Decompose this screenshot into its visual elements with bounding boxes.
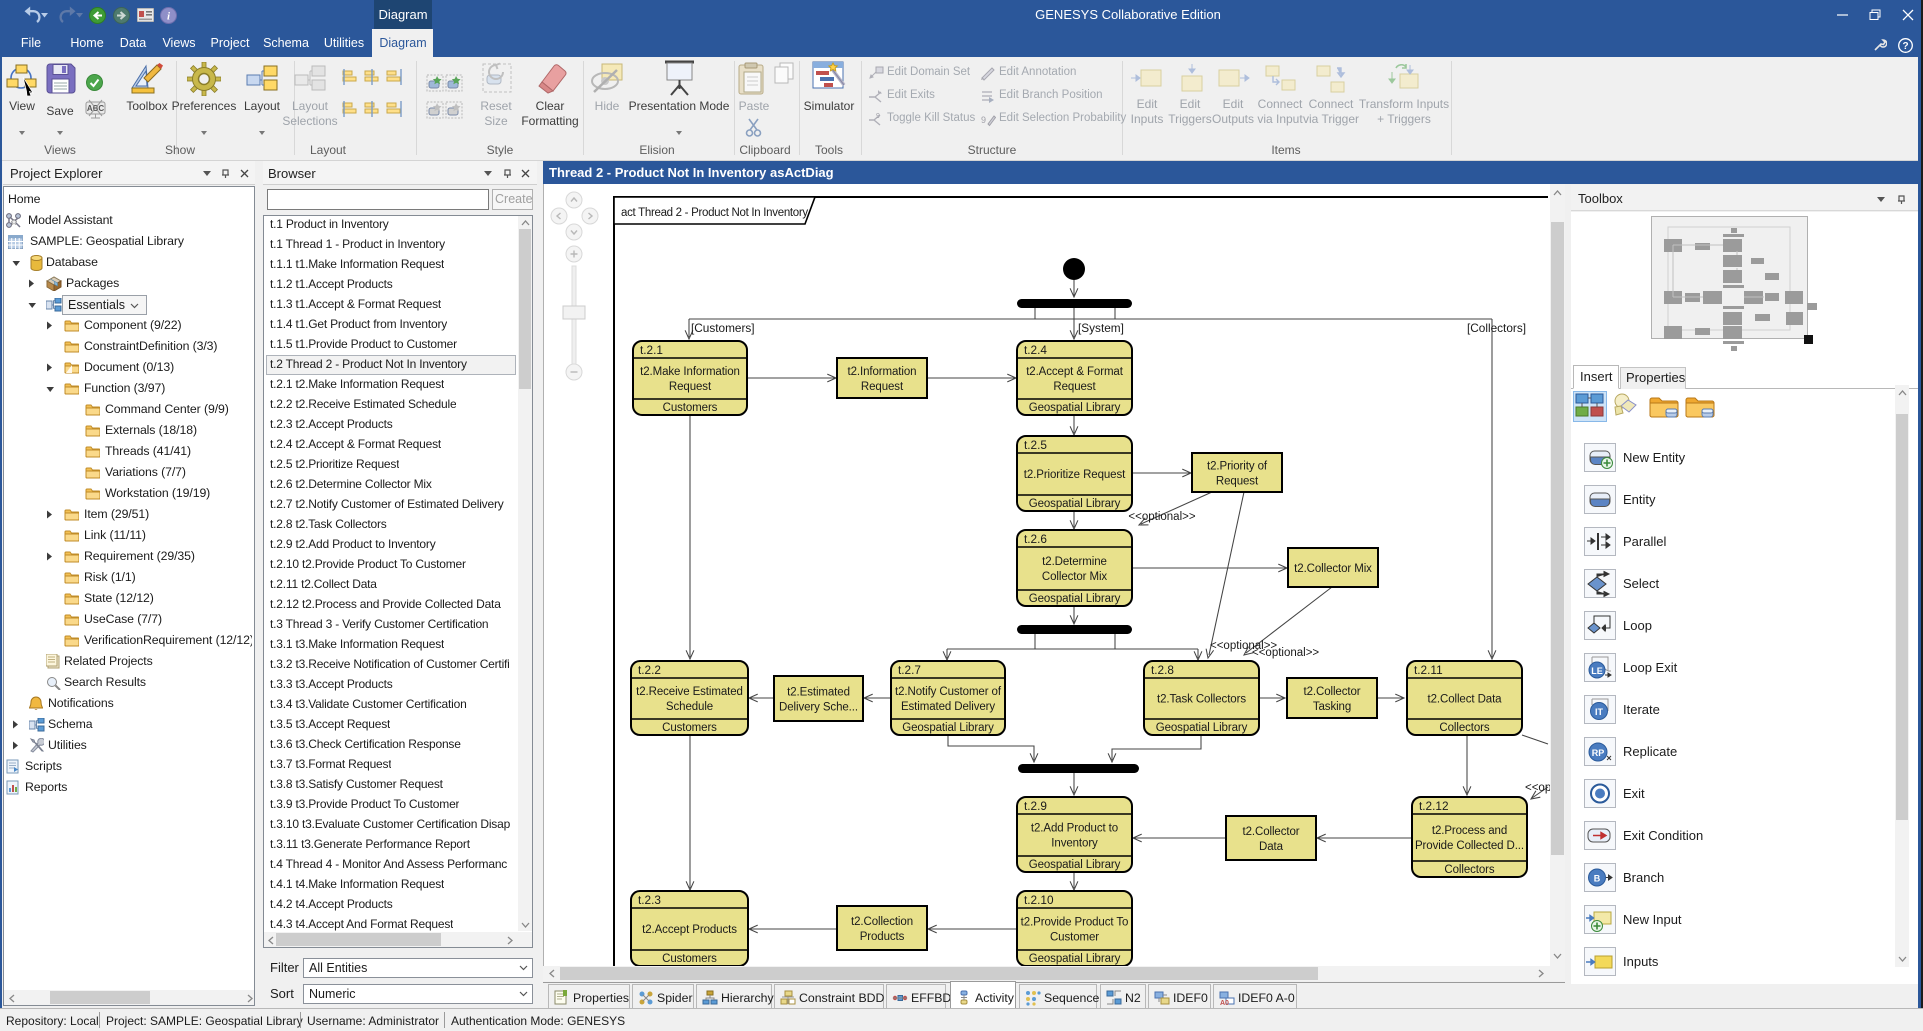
svg-text:t2.Task Collectors: t2.Task Collectors bbox=[1157, 694, 1246, 706]
svg-text:t.2.2: t.2.2 bbox=[638, 663, 661, 677]
svg-text:IT: IT bbox=[1595, 707, 1604, 717]
svg-text:t.2.10: t.2.10 bbox=[1024, 893, 1054, 907]
svg-text:[System]: [System] bbox=[1078, 321, 1124, 335]
svg-text:t2.Provide Product To: t2.Provide Product To bbox=[1021, 917, 1129, 929]
svg-text:t2.Collection: t2.Collection bbox=[851, 916, 913, 928]
svg-text:t.2.4: t.2.4 bbox=[1024, 343, 1047, 357]
svg-text:t.2.3: t.2.3 bbox=[638, 893, 661, 907]
svg-text:Geospatial Library: Geospatial Library bbox=[1029, 953, 1121, 965]
svg-text:t2.Notify Customer of: t2.Notify Customer of bbox=[895, 686, 1002, 698]
svg-text:t.2.1: t.2.1 bbox=[640, 343, 663, 357]
svg-text:t.2.6: t.2.6 bbox=[1024, 532, 1047, 546]
svg-text:t.2.12: t.2.12 bbox=[1419, 799, 1449, 813]
svg-text:Tasking: Tasking bbox=[1313, 701, 1351, 713]
svg-text:Geospatial Library: Geospatial Library bbox=[1029, 593, 1121, 605]
svg-text:?: ? bbox=[1902, 41, 1908, 52]
svg-text:RP: RP bbox=[1592, 748, 1605, 758]
svg-text:A0: A0 bbox=[1220, 1000, 1229, 1006]
svg-text:Geospatial Library: Geospatial Library bbox=[1029, 498, 1121, 510]
svg-text:<<optional>>: <<optional>> bbox=[1525, 782, 1550, 794]
svg-text:Provide Collected D...: Provide Collected D... bbox=[1415, 840, 1524, 852]
svg-text:t2.Collect Data: t2.Collect Data bbox=[1428, 694, 1503, 706]
svg-text:act Thread 2 - Product Not In: act Thread 2 - Product Not In Inventory bbox=[621, 207, 808, 219]
svg-text:t2.Collector: t2.Collector bbox=[1304, 686, 1361, 698]
svg-text:t2.Information: t2.Information bbox=[848, 366, 917, 378]
svg-text:t2.Priority of: t2.Priority of bbox=[1207, 461, 1268, 473]
svg-text:Request: Request bbox=[1216, 476, 1259, 488]
svg-text:t.2.7: t.2.7 bbox=[898, 663, 921, 677]
svg-text:t2.Receive Estimated: t2.Receive Estimated bbox=[636, 686, 743, 698]
svg-text:Estimated Delivery: Estimated Delivery bbox=[901, 701, 995, 713]
svg-text:Geospatial Library: Geospatial Library bbox=[902, 722, 994, 734]
svg-text:Customers: Customers bbox=[663, 402, 718, 414]
svg-text:Request: Request bbox=[1053, 381, 1096, 393]
svg-text:t.2.9: t.2.9 bbox=[1024, 799, 1047, 813]
svg-text:t2.Determine: t2.Determine bbox=[1042, 556, 1107, 568]
svg-text:Customer: Customer bbox=[1050, 932, 1099, 944]
svg-text:t2.Process and: t2.Process and bbox=[1432, 825, 1507, 837]
svg-text:[Collectors]: [Collectors] bbox=[1467, 321, 1526, 335]
svg-text:Request: Request bbox=[861, 381, 904, 393]
svg-text:Collectors: Collectors bbox=[1444, 864, 1494, 876]
svg-text:9: 9 bbox=[876, 113, 880, 120]
svg-text:Collectors: Collectors bbox=[1439, 722, 1489, 734]
svg-text:Delivery Sche...: Delivery Sche... bbox=[779, 702, 858, 714]
svg-text:Customers: Customers bbox=[662, 722, 717, 734]
svg-text:t2.Collector Mix: t2.Collector Mix bbox=[1294, 563, 1372, 575]
svg-text:t2.Add Product to: t2.Add Product to bbox=[1031, 823, 1118, 835]
svg-text:Geospatial Library: Geospatial Library bbox=[1029, 402, 1121, 414]
svg-text:t.2.11: t.2.11 bbox=[1414, 663, 1443, 677]
svg-text:t2.Collector: t2.Collector bbox=[1243, 826, 1300, 838]
svg-text:Data: Data bbox=[1259, 841, 1284, 853]
svg-text:Inventory: Inventory bbox=[1051, 838, 1098, 850]
svg-text:t2.Make Information: t2.Make Information bbox=[640, 366, 740, 378]
svg-text:t2.Prioritize Request: t2.Prioritize Request bbox=[1024, 469, 1126, 481]
svg-text:[Customers]: [Customers] bbox=[691, 321, 755, 335]
svg-text:Geospatial Library: Geospatial Library bbox=[1156, 722, 1248, 734]
svg-text:<<optional>>: <<optional>> bbox=[1128, 511, 1195, 523]
svg-text:t2.Accept & Format: t2.Accept & Format bbox=[1026, 366, 1124, 378]
svg-text:Geospatial Library: Geospatial Library bbox=[1029, 859, 1121, 871]
svg-text:Schedule: Schedule bbox=[666, 701, 713, 713]
svg-text:<<optional>>: <<optional>> bbox=[1252, 647, 1319, 659]
svg-text:t.2.8: t.2.8 bbox=[1151, 663, 1174, 677]
svg-text:Customers: Customers bbox=[662, 953, 717, 965]
svg-text:Request: Request bbox=[669, 381, 712, 393]
svg-text:B: B bbox=[1594, 874, 1601, 884]
svg-text:t2.Estimated: t2.Estimated bbox=[787, 687, 850, 699]
svg-text:Collector Mix: Collector Mix bbox=[1042, 571, 1108, 583]
svg-text:t2.Accept Products: t2.Accept Products bbox=[642, 924, 737, 936]
svg-text:LE: LE bbox=[1591, 666, 1603, 676]
svg-text:Products: Products bbox=[860, 931, 905, 943]
svg-text:t.2.5: t.2.5 bbox=[1024, 438, 1047, 452]
svg-text:9: 9 bbox=[981, 115, 986, 125]
